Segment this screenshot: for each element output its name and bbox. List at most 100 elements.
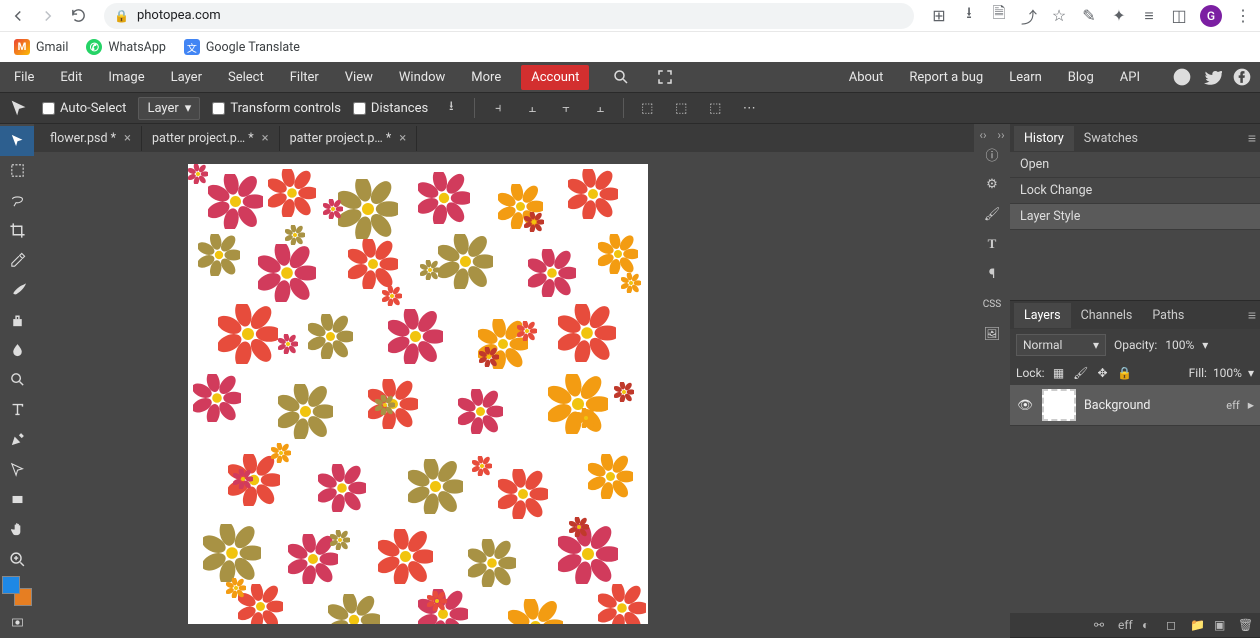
- menu-account[interactable]: Account: [521, 65, 589, 90]
- facebook-icon[interactable]: [1232, 67, 1252, 87]
- close-icon[interactable]: ×: [262, 131, 269, 146]
- align-top-icon[interactable]: ⫠: [589, 97, 611, 119]
- address-bar[interactable]: 🔒 photopea.com: [104, 3, 914, 29]
- move-tool[interactable]: [0, 126, 34, 156]
- clone-tool[interactable]: [0, 305, 34, 335]
- close-icon[interactable]: ×: [399, 131, 406, 146]
- menu-window[interactable]: Window: [393, 67, 451, 88]
- distances-checkbox[interactable]: Distances: [353, 101, 428, 116]
- lock-pixels-icon[interactable]: 🖌: [1073, 365, 1089, 381]
- history-item-layerstyle[interactable]: Layer Style: [1010, 204, 1260, 230]
- search-icon[interactable]: [609, 65, 633, 89]
- blend-mode-select[interactable]: Normal▾: [1016, 334, 1106, 356]
- eyedropper-icon[interactable]: ✎: [1080, 7, 1098, 25]
- tab-flower[interactable]: flower.psd *×: [40, 126, 142, 151]
- tab-layers[interactable]: Layers: [1014, 303, 1071, 328]
- menu-more[interactable]: More: [465, 67, 507, 88]
- new-layer-icon[interactable]: ▣: [1214, 618, 1228, 632]
- more-align-icon[interactable]: ⋯: [738, 97, 760, 119]
- path-select-tool[interactable]: [0, 455, 34, 485]
- color-swatches[interactable]: [2, 576, 32, 606]
- opacity-dropdown-icon[interactable]: ▾: [1202, 338, 1208, 352]
- menu-layer[interactable]: Layer: [165, 67, 208, 88]
- history-item-open[interactable]: Open: [1010, 152, 1260, 178]
- profile-avatar[interactable]: G: [1200, 5, 1222, 27]
- menu-select[interactable]: Select: [222, 67, 270, 88]
- menu-image[interactable]: Image: [102, 67, 150, 88]
- link-about[interactable]: About: [843, 67, 890, 88]
- forward-button[interactable]: [38, 6, 58, 26]
- menu-file[interactable]: File: [8, 67, 40, 88]
- panel-menu-icon[interactable]: ≡: [1248, 307, 1256, 324]
- marquee-tool[interactable]: [0, 156, 34, 186]
- crop-tool[interactable]: [0, 216, 34, 246]
- bookmark-icon[interactable]: ☆: [1050, 7, 1068, 25]
- fill-value[interactable]: 100%: [1213, 366, 1242, 380]
- readlist-icon[interactable]: ≡: [1140, 7, 1158, 25]
- lasso-tool[interactable]: [0, 186, 34, 216]
- info-tab-icon[interactable]: ⓘ: [976, 140, 1008, 168]
- delete-layer-icon[interactable]: 🗑: [1238, 618, 1252, 632]
- layer-row[interactable]: 👁 Background eff ▸: [1010, 385, 1260, 426]
- tab-patter-1[interactable]: patter project.p… *×: [142, 126, 280, 151]
- history-item-lockchange[interactable]: Lock Change: [1010, 178, 1260, 204]
- reload-button[interactable]: [68, 6, 88, 26]
- auto-select-checkbox[interactable]: Auto-Select: [42, 101, 126, 116]
- foreground-color[interactable]: [2, 576, 20, 594]
- link-blog[interactable]: Blog: [1062, 67, 1100, 88]
- css-tab-icon[interactable]: CSS: [976, 290, 1008, 318]
- newtab-icon[interactable]: 🗎: [990, 7, 1008, 25]
- paragraph-tab-icon[interactable]: ¶: [976, 260, 1008, 288]
- eyedropper-tool[interactable]: [0, 246, 34, 276]
- fill-dropdown-icon[interactable]: ▾: [1248, 366, 1254, 380]
- image-tab-icon[interactable]: 🖼: [976, 320, 1008, 348]
- bookmark-translate[interactable]: 文Google Translate: [184, 39, 300, 55]
- distribute-spacing-icon[interactable]: ⬚: [704, 97, 726, 119]
- adjustment-layer-icon[interactable]: ◐: [1142, 618, 1156, 632]
- close-icon[interactable]: ×: [124, 131, 131, 146]
- menu-edit[interactable]: Edit: [54, 67, 88, 88]
- align-center-h-icon[interactable]: ⫠: [521, 97, 543, 119]
- link-api[interactable]: API: [1114, 67, 1146, 88]
- brush-tool[interactable]: [0, 275, 34, 305]
- align-left-icon[interactable]: ⫞: [487, 97, 509, 119]
- bookmark-gmail[interactable]: MGmail: [14, 39, 68, 55]
- tab-patter-2[interactable]: patter project.p… *×: [280, 126, 418, 151]
- visibility-toggle-icon[interactable]: 👁: [1016, 398, 1034, 413]
- menu-filter[interactable]: Filter: [284, 67, 325, 88]
- ribbon-expand[interactable]: ‹›››: [974, 128, 1010, 138]
- character-tab-icon[interactable]: T: [976, 230, 1008, 258]
- pen-tool[interactable]: [0, 425, 34, 455]
- commit-icon[interactable]: ⭳: [440, 97, 462, 119]
- install-icon[interactable]: ⊞: [930, 7, 948, 25]
- share-icon[interactable]: ⤴: [1020, 7, 1038, 25]
- dodge-tool[interactable]: [0, 365, 34, 395]
- sidepanel-icon[interactable]: ◫: [1170, 7, 1188, 25]
- link-layers-icon[interactable]: ⚯: [1094, 618, 1108, 632]
- link-learn[interactable]: Learn: [1003, 67, 1048, 88]
- distribute-v-icon[interactable]: ⬚: [670, 97, 692, 119]
- tab-history[interactable]: History: [1014, 126, 1074, 151]
- brush-tab-icon[interactable]: 🖌: [976, 200, 1008, 228]
- link-report[interactable]: Report a bug: [903, 67, 989, 88]
- layer-name[interactable]: Background: [1084, 398, 1218, 413]
- layer-effects-badge[interactable]: eff: [1226, 399, 1239, 412]
- tab-swatches[interactable]: Swatches: [1074, 126, 1148, 151]
- opacity-value[interactable]: 100%: [1165, 338, 1194, 352]
- type-tool[interactable]: [0, 395, 34, 425]
- transform-controls-checkbox[interactable]: Transform controls: [212, 101, 341, 116]
- hand-tool[interactable]: [0, 514, 34, 544]
- fullscreen-icon[interactable]: [653, 65, 677, 89]
- lock-all-icon[interactable]: 🔒: [1117, 365, 1133, 381]
- new-folder-icon[interactable]: 📁: [1190, 618, 1204, 632]
- align-right-icon[interactable]: ⫟: [555, 97, 577, 119]
- blur-tool[interactable]: [0, 335, 34, 365]
- lock-transparency-icon[interactable]: ▦: [1051, 365, 1067, 381]
- zoom-tool[interactable]: [0, 544, 34, 574]
- menu-view[interactable]: View: [339, 67, 379, 88]
- layer-effects-icon[interactable]: eff: [1118, 618, 1132, 632]
- kebab-menu-icon[interactable]: ⋮: [1234, 7, 1252, 25]
- adjust-tab-icon[interactable]: ⚙: [976, 170, 1008, 198]
- bookmark-whatsapp[interactable]: ✆WhatsApp: [86, 39, 166, 55]
- reddit-icon[interactable]: [1172, 67, 1192, 87]
